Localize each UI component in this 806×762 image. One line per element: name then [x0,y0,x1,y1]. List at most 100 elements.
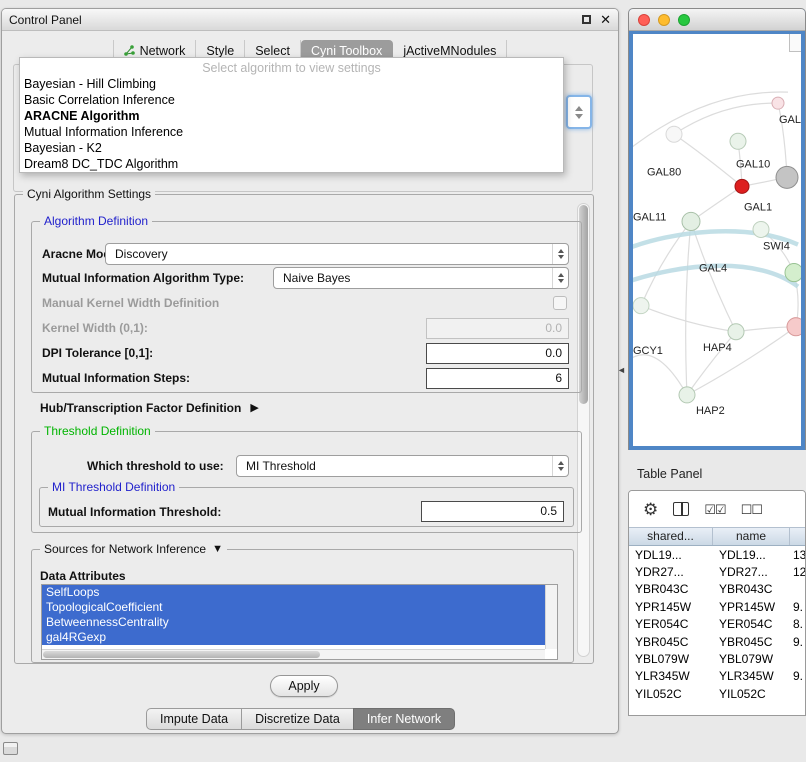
data-attributes-label: Data Attributes [40,569,126,583]
splitter-collapse-icon[interactable]: ◄ [617,366,626,375]
list-item-betweennesscentrality[interactable]: BetweennessCentrality [42,615,545,630]
tab-label: jActiveMNodules [403,44,496,58]
cell: YDL19... [713,548,790,562]
dropdown-option-dream8[interactable]: Dream8 DC_TDC Algorithm [20,156,563,172]
algorithm-combo-stepper[interactable] [566,95,592,129]
kernel-width-label: Kernel Width (0,1): [42,321,148,335]
control-panel-titlebar[interactable]: Control Panel ✕ [2,9,618,31]
network-window-titlebar[interactable] [629,9,805,31]
cell: YBL079W [713,652,790,666]
list-item-topologicalcoefficient[interactable]: TopologicalCoefficient [42,600,545,615]
zoom-traffic-light[interactable] [678,14,690,26]
minimize-traffic-light[interactable] [658,14,670,26]
column-header-extra[interactable] [790,528,805,545]
combo-value: Naive Bayes [274,271,552,285]
network-labels: GAL80 GAL10 GAL11 GAL1 SWI4 GAL4 GCY1 HA… [633,114,801,417]
tab-label: Select [255,44,290,58]
dropdown-option-mutual-information[interactable]: Mutual Information Inference [20,124,563,140]
dpi-tolerance-input[interactable]: 0.0 [426,343,569,364]
table-row[interactable]: YBL079W YBL079W [629,650,805,667]
table-header-row: shared... name [629,527,805,546]
table-row[interactable]: YPR145W YPR145W 9. [629,598,805,615]
dropdown-option-aracne[interactable]: ARACNE Algorithm [20,108,563,124]
select-all-checkboxes-icon[interactable]: ☑☑ [704,503,725,516]
apply-button[interactable]: Apply [270,675,338,697]
float-window-icon[interactable] [582,15,591,24]
node-label: GAL11 [633,211,666,223]
mi-threshold-group-title: MI Threshold Definition [48,480,179,494]
column-header-shared[interactable]: shared... [629,528,713,545]
list-item-selfloops[interactable]: SelfLoops [42,585,545,600]
node-label: GAL10 [736,158,770,170]
mi-type-select[interactable]: Naive Bayes [273,267,569,289]
tab-impute-data[interactable]: Impute Data [146,708,242,730]
table-panel-window: ⚙ ☑☑ ☐☐ shared... name YDL19... YDL19...… [628,490,806,716]
cell: YPR145W [713,600,790,614]
which-threshold-select[interactable]: MI Threshold [236,455,569,477]
gear-icon[interactable]: ⚙ [643,501,658,518]
cell: YBR045C [629,635,713,649]
combo-stepper-icon [552,456,568,476]
tab-discretize-data[interactable]: Discretize Data [241,708,354,730]
dropdown-option-basic-correlation[interactable]: Basic Correlation Inference [20,92,563,108]
node-gray [776,166,798,188]
mi-steps-input[interactable]: 6 [426,368,569,389]
columns-icon[interactable] [673,502,689,516]
node-label: GAL [779,114,801,126]
cell: 8. [790,617,805,631]
table-row[interactable]: YER054C YER054C 8. [629,616,805,633]
which-threshold-label: Which threshold to use: [87,459,224,473]
column-header-name[interactable]: name [713,528,790,545]
table-row[interactable]: YLR345W YLR345W 9. [629,668,805,685]
sources-group-title[interactable]: Sources for Network Inference ▼ [40,542,227,556]
scrollbar-thumb[interactable] [43,651,320,658]
canvas-scroll-button[interactable] [789,34,801,52]
cell: YDR27... [713,565,790,579]
desktop: Control Panel ✕ Network Style [0,0,806,762]
group-title: Cyni Algorithm Settings [23,187,155,201]
stepper-down-icon [575,114,583,119]
tab-infer-network[interactable]: Infer Network [353,708,455,730]
cell: YBL079W [629,652,713,666]
deselect-all-checkboxes-icon[interactable]: ☐☐ [741,503,762,516]
cell: YER054C [713,617,790,631]
table-row[interactable]: YDR27... YDR27... 12 [629,563,805,580]
mi-type-label: Mutual Information Algorithm Type: [42,271,244,285]
cell: 9. [790,635,805,649]
network-canvas[interactable]: GAL80 GAL10 GAL11 GAL1 SWI4 GAL4 GCY1 HA… [633,34,801,446]
table-row[interactable]: YBR045C YBR045C 9. [629,633,805,650]
close-icon[interactable]: ✕ [600,13,611,26]
combo-stepper-icon [552,244,568,264]
list-vertical-scrollbar[interactable] [545,585,557,649]
cell: YLR345W [629,669,713,683]
table-row[interactable]: YBR043C YBR043C [629,581,805,598]
list-horizontal-scrollbar[interactable] [42,649,545,659]
cell: YBR043C [713,582,790,596]
aracne-mode-select[interactable]: Discovery [105,243,569,265]
list-item-gal4rgexp[interactable]: gal4RGexp [42,630,545,645]
tab-label: Network [140,44,186,58]
cell: YBR045C [713,635,790,649]
mi-steps-label: Mutual Information Steps: [42,371,190,385]
dropdown-option-bayesian-hill[interactable]: Bayesian - Hill Climbing [20,76,563,92]
cell: 9. [790,600,805,614]
expanded-arrow-icon: ▼ [212,543,223,555]
data-attributes-list[interactable]: SelfLoops TopologicalCoefficient Between… [41,584,558,660]
dropdown-option-bayesian-k2[interactable]: Bayesian - K2 [20,140,563,156]
combo-value: Discovery [106,247,552,261]
cell: YIL052C [713,687,790,701]
minimized-panel-icon[interactable] [3,742,18,755]
threshold-definition-title: Threshold Definition [40,424,155,438]
hub-definition-toggle[interactable]: Hub/Transcription Factor Definition ▶ [40,401,259,415]
algorithm-definition-title: Algorithm Definition [40,214,152,228]
mi-threshold-input[interactable]: 0.5 [421,501,564,522]
kernel-width-input[interactable]: 0.0 [426,318,569,339]
table-row[interactable]: YDL19... YDL19... 13 [629,546,805,563]
network-graph[interactable]: GAL80 GAL10 GAL11 GAL1 SWI4 GAL4 GCY1 HA… [633,34,801,446]
table-row[interactable]: YIL052C YIL052C [629,685,805,702]
manual-kernel-checkbox[interactable] [553,296,567,310]
node-label: HAP4 [703,342,732,354]
node-label: GAL80 [647,166,681,178]
window-title: Control Panel [9,13,82,27]
close-traffic-light[interactable] [638,14,650,26]
